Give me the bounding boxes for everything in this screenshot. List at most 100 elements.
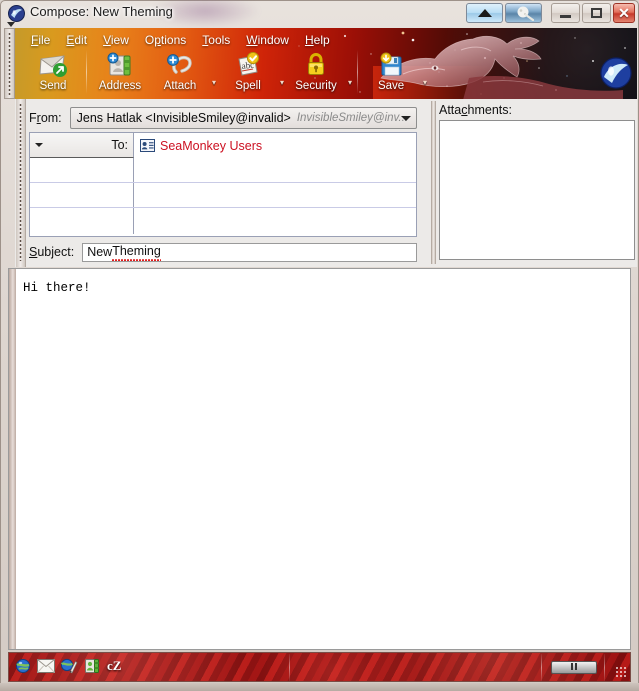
recipient-value-empty-2[interactable] xyxy=(134,183,416,207)
subject-value-plain: New xyxy=(87,245,113,259)
theme-toolbar-area: File Edit View Options Tools Window Help xyxy=(15,28,637,99)
progress-bar-icon xyxy=(551,660,597,674)
recipient-value-cell[interactable]: SeaMonkey Users xyxy=(134,133,416,158)
recipient-type-empty-3[interactable] xyxy=(30,208,134,234)
recipient-type-empty-2[interactable] xyxy=(30,183,134,207)
menu-options[interactable]: Options xyxy=(137,31,194,49)
mail-envelope-icon[interactable] xyxy=(36,657,55,674)
window-theme-button[interactable] xyxy=(505,3,542,23)
recipient-type-dropdown[interactable]: To: xyxy=(30,133,134,158)
status-separator-2 xyxy=(541,654,542,681)
chatzilla-icon[interactable]: cZ xyxy=(105,658,123,674)
address-book-icon xyxy=(105,51,135,79)
recipient-row-empty-2[interactable] xyxy=(30,183,416,208)
window-rollup-button[interactable] xyxy=(466,3,503,23)
message-headers-area: From: Jens Hatlak <InvisibleSmiley@inval… xyxy=(15,99,637,267)
security-dropdown-chevron-down-icon[interactable]: ▾ xyxy=(346,78,354,87)
recipient-value: SeaMonkey Users xyxy=(160,138,263,153)
security-button[interactable]: Security xyxy=(286,50,346,92)
resize-grip-icon[interactable] xyxy=(615,666,627,678)
moon-icon xyxy=(517,6,534,21)
window-title: Compose: New Theming xyxy=(30,4,173,19)
window-bottom-edge xyxy=(0,683,639,691)
compose-window: Compose: New Theming ✕ File Edit View Op… xyxy=(0,0,639,691)
attachments-panel: Attachments: xyxy=(439,103,635,263)
recipient-type-label: To: xyxy=(111,138,128,152)
toolbar-separator-2 xyxy=(357,50,359,94)
maximize-icon xyxy=(591,8,602,18)
seamonkey-logo-icon xyxy=(600,57,632,89)
menu-help[interactable]: Help xyxy=(297,31,338,49)
padlock-icon xyxy=(301,51,331,79)
address-card-icon xyxy=(140,139,155,152)
from-label: From: xyxy=(29,110,62,125)
status-bar: cZ xyxy=(8,652,631,682)
toolbar-separator-1 xyxy=(86,50,87,94)
close-icon: ✕ xyxy=(618,5,630,21)
send-button-label: Send xyxy=(39,80,67,92)
address-button[interactable]: Address xyxy=(90,50,150,92)
spell-dropdown-chevron-down-icon[interactable]: ▾ xyxy=(278,78,286,87)
headers-attachments-splitter[interactable] xyxy=(431,101,436,264)
menu-file[interactable]: File xyxy=(23,31,58,49)
body-left-edge xyxy=(9,269,16,649)
recipient-row-to[interactable]: To: SeaMonkey Users xyxy=(30,133,416,158)
spell-button[interactable]: abc Spell xyxy=(218,50,278,92)
from-dropdown[interactable]: Jens Hatlak <InvisibleSmiley@invalid> In… xyxy=(69,106,417,129)
send-envelope-icon xyxy=(38,51,68,79)
status-separator-1 xyxy=(289,654,290,681)
menu-view[interactable]: View xyxy=(95,31,137,49)
attachments-list[interactable] xyxy=(439,120,635,260)
attach-button[interactable]: Attach xyxy=(150,50,210,92)
recipient-row-empty-3[interactable] xyxy=(30,208,416,234)
save-button-label: Save xyxy=(377,80,405,92)
send-button[interactable]: Send xyxy=(23,50,83,92)
recipient-type-chevron-down-icon[interactable] xyxy=(35,143,43,147)
recipient-value-empty-3[interactable] xyxy=(134,208,416,234)
save-button[interactable]: Save xyxy=(361,50,421,92)
component-bar[interactable]: cZ xyxy=(13,657,123,674)
from-value: Jens Hatlak <InvisibleSmiley@invalid> xyxy=(76,110,291,125)
save-dropdown-chevron-down-icon[interactable]: ▾ xyxy=(421,78,429,87)
message-body-editor[interactable]: Hi there! xyxy=(8,268,631,650)
progress-meter xyxy=(545,657,603,677)
toolbar-grippy[interactable] xyxy=(4,22,15,99)
navigator-globe-icon[interactable] xyxy=(13,657,32,674)
floppy-disk-icon xyxy=(376,51,406,79)
address-button-label: Address xyxy=(98,80,142,92)
compose-toolbar[interactable]: Send Address Attach ▾ abc Spell ▾ Securi… xyxy=(23,50,429,98)
recipients-grid[interactable]: To: SeaMonkey Users xyxy=(29,132,417,237)
menu-window[interactable]: Window xyxy=(238,31,297,49)
from-chevron-down-icon[interactable] xyxy=(401,115,411,121)
attach-button-label: Attach xyxy=(163,80,197,92)
from-identity: InvisibleSmiley@inv... xyxy=(296,111,409,124)
recipient-value-empty-1[interactable] xyxy=(134,158,416,182)
spellcheck-abc-icon: abc xyxy=(233,51,263,79)
paperclip-icon xyxy=(165,51,195,79)
headers-grippy[interactable] xyxy=(16,99,26,267)
close-button[interactable]: ✕ xyxy=(613,3,635,23)
grippy-dots xyxy=(8,32,11,96)
address-book-icon[interactable] xyxy=(82,657,101,674)
headers-grippy-dots xyxy=(19,103,22,261)
maximize-button[interactable] xyxy=(582,3,611,23)
composer-globe-pen-icon[interactable] xyxy=(59,657,78,674)
minimize-button[interactable] xyxy=(551,3,580,23)
grippy-collapse-arrow-icon xyxy=(7,22,15,27)
menu-tools[interactable]: Tools xyxy=(194,31,238,49)
triangle-up-icon xyxy=(477,9,492,17)
minimize-icon xyxy=(560,15,571,18)
message-body-text[interactable]: Hi there! xyxy=(23,281,624,295)
recipient-type-empty-1[interactable] xyxy=(30,158,134,182)
attachments-label: Attachments: xyxy=(439,103,512,117)
subject-row: Subject: New Theming xyxy=(29,242,417,262)
attach-dropdown-chevron-down-icon[interactable]: ▾ xyxy=(210,78,218,87)
menu-bar[interactable]: File Edit View Options Tools Window Help xyxy=(23,31,338,49)
menu-edit[interactable]: Edit xyxy=(58,31,95,49)
title-bar[interactable]: Compose: New Theming ✕ xyxy=(0,0,639,28)
recipient-row-empty-1[interactable] xyxy=(30,158,416,183)
from-row: From: Jens Hatlak <InvisibleSmiley@inval… xyxy=(29,106,417,129)
status-separator-3 xyxy=(604,654,605,681)
seamonkey-icon xyxy=(8,5,25,22)
subject-input[interactable]: New Theming xyxy=(82,242,417,262)
